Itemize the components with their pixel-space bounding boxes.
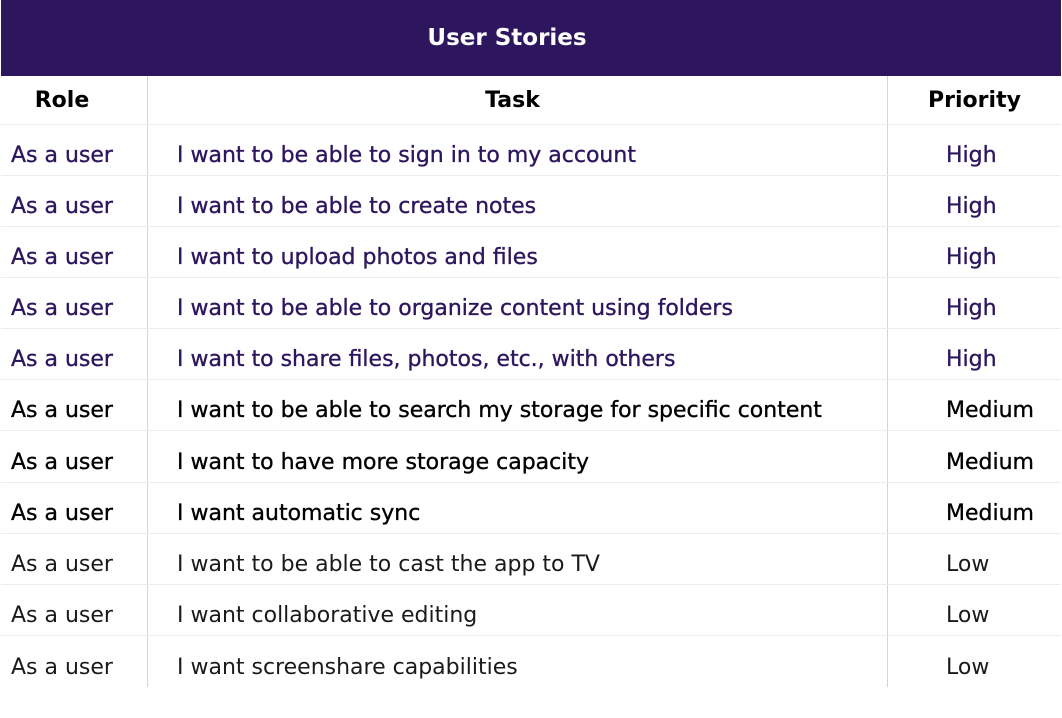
table-row: As a user I want screenshare capabilitie… bbox=[1, 636, 1061, 687]
task-cell: I want to be able to search my storage f… bbox=[148, 380, 888, 430]
priority-cell: Medium bbox=[946, 398, 1034, 423]
task-cell: I want to be able to sign in to my accou… bbox=[148, 125, 888, 175]
table-row: As a user I want to be able to create no… bbox=[1, 176, 1061, 227]
role-cell: As a user bbox=[1, 483, 148, 533]
task-cell: I want automatic sync bbox=[148, 483, 888, 533]
role-cell: As a user bbox=[1, 534, 148, 584]
role-cell: As a user bbox=[1, 585, 148, 635]
task-cell: I want to upload photos and files bbox=[148, 227, 888, 277]
table-row: As a user I want to be able to search my… bbox=[1, 380, 1061, 431]
task-cell: I want to be able to create notes bbox=[148, 176, 888, 226]
user-stories-table: User Stories Role Task Priority As a use… bbox=[1, 0, 1061, 687]
role-cell: As a user bbox=[1, 380, 148, 430]
priority-cell: Medium bbox=[946, 501, 1034, 526]
role-cell: As a user bbox=[1, 125, 148, 175]
table-row: As a user I want to share files, photos,… bbox=[1, 329, 1061, 380]
header-priority: Priority bbox=[928, 87, 1021, 113]
header-task: Task bbox=[148, 76, 888, 124]
priority-cell: Low bbox=[946, 655, 990, 680]
priority-cell: High bbox=[946, 245, 997, 270]
role-cell: As a user bbox=[1, 329, 148, 379]
table-row: As a user I want to be able to organize … bbox=[1, 278, 1061, 329]
task-cell: I want to share files, photos, etc., wit… bbox=[148, 329, 888, 379]
story-rows: As a user I want to be able to sign in t… bbox=[1, 125, 1061, 687]
task-cell: I want screenshare capabilities bbox=[148, 636, 888, 687]
table-row: As a user I want collaborative editing L… bbox=[1, 585, 1061, 636]
table-row: As a user I want to have more storage ca… bbox=[1, 431, 1061, 483]
priority-cell: Low bbox=[946, 552, 990, 577]
role-cell: As a user bbox=[1, 176, 148, 226]
header-role: Role bbox=[1, 76, 148, 124]
table-row: As a user I want to be able to cast the … bbox=[1, 534, 1061, 585]
role-cell: As a user bbox=[1, 431, 148, 482]
priority-cell: High bbox=[946, 194, 997, 219]
task-cell: I want to be able to organize content us… bbox=[148, 278, 888, 328]
priority-cell: High bbox=[946, 347, 997, 372]
header-row: Role Task Priority bbox=[1, 76, 1061, 125]
priority-cell: Medium bbox=[946, 450, 1034, 475]
role-cell: As a user bbox=[1, 227, 148, 277]
table-row: As a user I want automatic sync Medium bbox=[1, 483, 1061, 534]
priority-cell: High bbox=[946, 296, 997, 321]
table-row: As a user I want to be able to sign in t… bbox=[1, 125, 1061, 176]
task-cell: I want to have more storage capacity bbox=[148, 431, 888, 482]
priority-cell: Low bbox=[946, 603, 990, 628]
task-cell: I want collaborative editing bbox=[148, 585, 888, 635]
role-cell: As a user bbox=[1, 278, 148, 328]
role-cell: As a user bbox=[1, 636, 148, 687]
priority-cell: High bbox=[946, 143, 997, 168]
task-cell: I want to be able to cast the app to TV bbox=[148, 534, 888, 584]
table-title: User Stories bbox=[1, 0, 1061, 76]
table-row: As a user I want to upload photos and fi… bbox=[1, 227, 1061, 278]
